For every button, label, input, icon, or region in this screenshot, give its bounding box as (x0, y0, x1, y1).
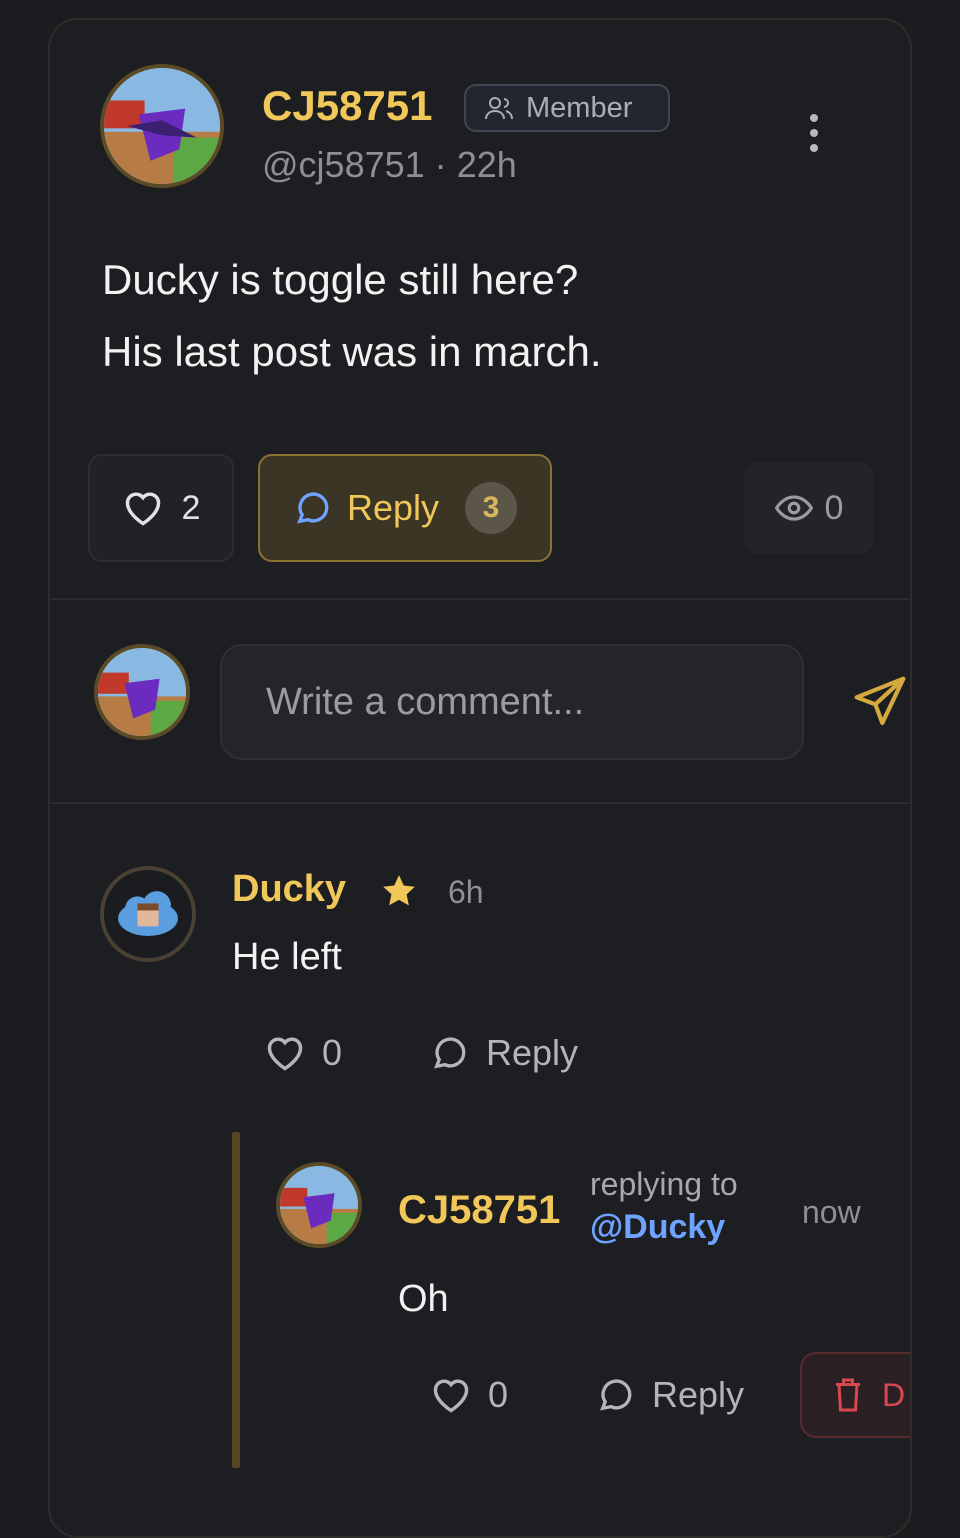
delete-button-label: D (882, 1376, 906, 1413)
reply-reply-button[interactable]: Reply (596, 1374, 744, 1416)
star-icon (383, 875, 415, 906)
comment-icon (600, 1379, 632, 1411)
trash-icon (836, 1378, 860, 1412)
reply-like-button[interactable]: 0 (430, 1374, 508, 1416)
commenter-name[interactable]: Ducky (232, 868, 346, 911)
replying-to-mention[interactable]: @Ducky (590, 1208, 725, 1247)
reply-count-badge: 3 (465, 482, 518, 534)
commenter-avatar[interactable] (100, 866, 196, 962)
post-text-line-1: Ducky is toggle still here? (102, 256, 579, 303)
heart-icon (267, 1037, 303, 1071)
replying-to-label: replying to (590, 1166, 738, 1202)
reply-like-count: 0 (488, 1374, 509, 1415)
heart-icon (433, 1379, 469, 1413)
post-time: 22h (456, 144, 517, 185)
post-author-name[interactable]: CJ58751 (262, 82, 432, 130)
comment-like-button[interactable]: 0 (264, 1032, 342, 1074)
reply-text: Oh (398, 1278, 449, 1320)
comment-reply-button[interactable]: Reply (430, 1032, 578, 1074)
member-badge: Member (464, 84, 670, 132)
comment-reply-label: Reply (486, 1032, 579, 1073)
views-counter: 0 (744, 462, 874, 554)
reply-button[interactable]: Reply 3 (258, 454, 552, 562)
post-meta: @cj58751 · 22h (262, 144, 517, 186)
meta-separator: · (434, 144, 447, 185)
member-badge-label: Member (526, 91, 633, 124)
more-options-icon[interactable] (800, 110, 828, 156)
like-count: 2 (181, 488, 201, 527)
reply-author-name[interactable]: CJ58751 (398, 1188, 560, 1233)
post-handle[interactable]: @cj58751 (262, 144, 425, 185)
users-icon (485, 97, 513, 120)
views-count: 0 (824, 488, 844, 527)
send-icon[interactable] (852, 674, 908, 730)
reply-time: now (802, 1194, 861, 1230)
comment-input[interactable]: Write a comment... (220, 644, 804, 760)
like-button[interactable]: 2 (88, 454, 234, 562)
thread-line (232, 1132, 240, 1468)
reply-button-label: Reply (346, 487, 440, 528)
comment-icon (297, 492, 329, 524)
eye-icon (774, 495, 813, 521)
reply-reply-label: Reply (652, 1374, 745, 1415)
divider (50, 802, 910, 804)
comment-like-count: 0 (322, 1032, 343, 1073)
post-card: CJ58751 Member @cj58751 · 22h Ducky is t… (48, 18, 912, 1538)
comment-icon (434, 1037, 466, 1069)
current-user-avatar (94, 644, 190, 740)
delete-button[interactable]: D (800, 1352, 910, 1438)
author-avatar[interactable] (100, 64, 224, 188)
reply-author-avatar[interactable] (276, 1162, 362, 1248)
divider (50, 598, 910, 600)
heart-icon (125, 492, 160, 526)
comment-time: 6h (448, 874, 484, 910)
post-text-line-2: His last post was in march. (102, 328, 602, 375)
comment-text: He left (232, 936, 342, 978)
